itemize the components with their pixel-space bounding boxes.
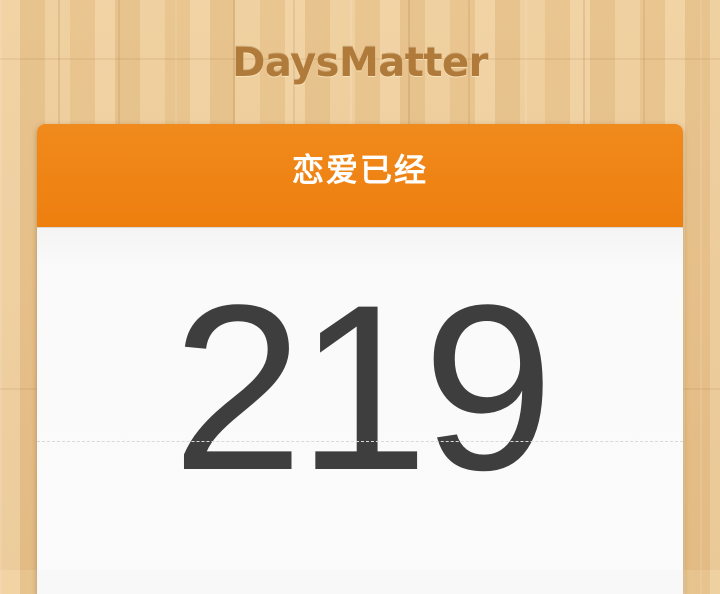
day-count: 219 <box>172 256 554 520</box>
card-divider <box>37 441 683 442</box>
day-card[interactable]: 恋爱已经 219 <box>37 124 683 594</box>
card-header: 恋爱已经 <box>37 124 683 228</box>
card-body: 219 <box>37 228 683 570</box>
event-title: 恋爱已经 <box>291 150 428 189</box>
app-title: DaysMatter <box>232 40 488 86</box>
